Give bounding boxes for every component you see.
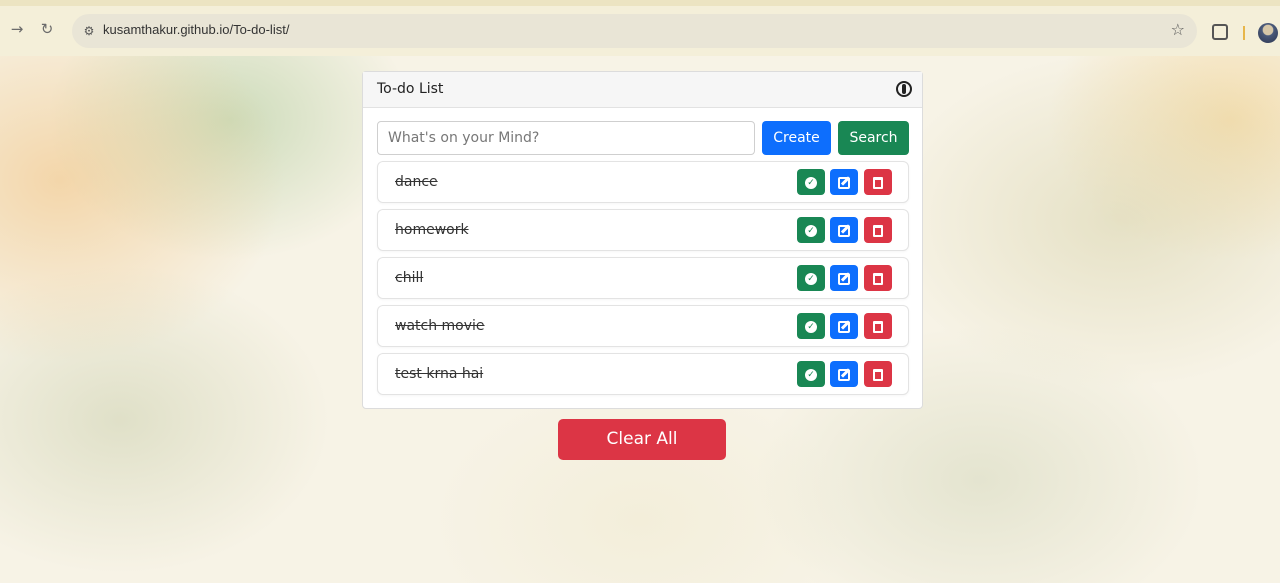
- todo-list: dance ✓ homework ✓ chill ✓ watch movie ✓…: [377, 161, 909, 401]
- complete-button[interactable]: ✓: [797, 265, 825, 291]
- profile-avatar[interactable]: [1258, 23, 1278, 43]
- edit-button[interactable]: [830, 313, 858, 339]
- delete-button[interactable]: [864, 217, 892, 243]
- toolbar-divider: [1243, 26, 1245, 40]
- trash-icon: [873, 368, 883, 381]
- todo-item: test krna hai ✓: [377, 353, 909, 395]
- delete-button[interactable]: [864, 265, 892, 291]
- browser-toolbar: → ↻ ⚙ kusamthakur.github.io/To-do-list/ …: [0, 0, 1280, 56]
- todo-input[interactable]: [377, 121, 755, 155]
- delete-button[interactable]: [864, 313, 892, 339]
- reload-icon[interactable]: ↻: [36, 18, 58, 40]
- todo-item-text: chill: [395, 270, 424, 286]
- create-button[interactable]: Create: [762, 121, 831, 155]
- todo-item: watch movie ✓: [377, 305, 909, 347]
- cursor-hand-icon: [896, 81, 912, 97]
- trash-icon: [873, 224, 883, 237]
- trash-icon: [873, 320, 883, 333]
- complete-button[interactable]: ✓: [797, 169, 825, 195]
- edit-icon: [838, 272, 850, 285]
- todo-item-text: dance: [395, 174, 438, 190]
- search-button[interactable]: Search: [838, 121, 909, 155]
- todo-card: To-do List Create Search dance ✓ homewor…: [362, 71, 923, 409]
- clear-all-button[interactable]: Clear All: [558, 419, 726, 460]
- todo-item: chill ✓: [377, 257, 909, 299]
- complete-button[interactable]: ✓: [797, 361, 825, 387]
- back-arrow-icon[interactable]: →: [6, 18, 28, 40]
- edit-icon: [838, 176, 850, 189]
- todo-item-text: watch movie: [395, 318, 485, 334]
- check-icon: ✓: [805, 224, 817, 237]
- url-text: kusamthakur.github.io/To-do-list/: [103, 22, 290, 37]
- edit-icon: [838, 368, 850, 381]
- edit-icon: [838, 224, 850, 237]
- edit-button[interactable]: [830, 265, 858, 291]
- trash-icon: [873, 176, 883, 189]
- todo-item: homework ✓: [377, 209, 909, 251]
- bookmark-star-icon[interactable]: ☆: [1171, 20, 1185, 39]
- edit-button[interactable]: [830, 169, 858, 195]
- edit-icon: [838, 320, 850, 333]
- complete-button[interactable]: ✓: [797, 313, 825, 339]
- check-icon: ✓: [805, 272, 817, 285]
- address-bar[interactable]: ⚙ kusamthakur.github.io/To-do-list/ ☆: [72, 14, 1197, 48]
- todo-item-text: test krna hai: [395, 366, 484, 382]
- site-info-icon[interactable]: ⚙: [80, 22, 98, 40]
- check-icon: ✓: [805, 320, 817, 333]
- todo-item-text: homework: [395, 222, 469, 238]
- card-header: To-do List: [363, 72, 922, 108]
- delete-button[interactable]: [864, 361, 892, 387]
- check-icon: ✓: [805, 368, 817, 381]
- complete-button[interactable]: ✓: [797, 217, 825, 243]
- delete-button[interactable]: [864, 169, 892, 195]
- edit-button[interactable]: [830, 217, 858, 243]
- trash-icon: [873, 272, 883, 285]
- check-icon: ✓: [805, 176, 817, 189]
- card-title: To-do List: [377, 81, 444, 97]
- extensions-icon[interactable]: [1212, 24, 1228, 40]
- edit-button[interactable]: [830, 361, 858, 387]
- todo-item: dance ✓: [377, 161, 909, 203]
